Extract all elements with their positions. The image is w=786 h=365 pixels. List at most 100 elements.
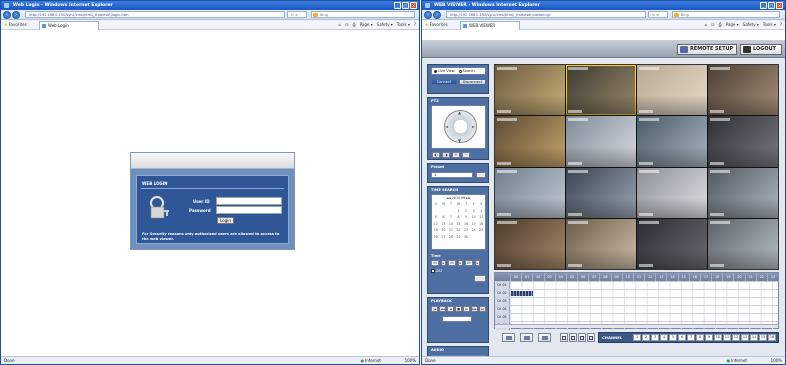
camera-tile[interactable] bbox=[708, 116, 778, 167]
camera-tile[interactable] bbox=[637, 167, 707, 218]
layout-4-icon[interactable] bbox=[569, 333, 577, 342]
recording-segment[interactable] bbox=[511, 291, 533, 297]
cmd-help[interactable]: ? bbox=[780, 20, 782, 30]
channel-number-button[interactable]: 2 bbox=[642, 334, 650, 341]
password-input[interactable] bbox=[216, 206, 282, 214]
playback-button[interactable]: ◄ bbox=[447, 306, 454, 312]
live-view-radio[interactable]: Live View bbox=[434, 68, 455, 74]
login-button[interactable]: Login bbox=[217, 217, 234, 224]
channel-number-button[interactable]: 5 bbox=[669, 334, 677, 341]
channel-number-button[interactable]: 15 bbox=[759, 334, 767, 341]
playback-button[interactable]: ◄◄ bbox=[439, 306, 446, 312]
playback-button[interactable]: ► bbox=[463, 306, 470, 312]
channel-number-button[interactable]: 11 bbox=[723, 334, 731, 341]
camera-tile[interactable] bbox=[637, 218, 707, 269]
calendar-day[interactable]: 30 bbox=[462, 234, 470, 241]
feeds-icon[interactable]: ⊡ bbox=[345, 20, 348, 30]
right-refresh-stop-icons[interactable]: ↻ × bbox=[648, 11, 668, 18]
channel-number-button[interactable]: 3 bbox=[651, 334, 659, 341]
close-button[interactable]: × bbox=[776, 2, 783, 9]
playback-button[interactable]: ■ bbox=[455, 306, 462, 312]
right-favorites-button[interactable]: Favorites bbox=[425, 20, 448, 30]
print-icon[interactable]: ⎙ bbox=[718, 20, 721, 30]
forward-icon[interactable]: › bbox=[12, 11, 20, 19]
logout-button[interactable]: LOGOUT bbox=[740, 44, 782, 55]
cmd-safety[interactable]: Safety ▾ bbox=[743, 20, 759, 30]
playback-button[interactable]: ►| bbox=[479, 306, 486, 312]
hour-spin-icon[interactable]: ▸ bbox=[441, 260, 446, 266]
camera-tile[interactable] bbox=[495, 65, 565, 116]
camera-tile[interactable] bbox=[495, 218, 565, 269]
camera-tile[interactable] bbox=[495, 116, 565, 167]
second-field[interactable]: 00 bbox=[465, 260, 473, 266]
camera-tile[interactable] bbox=[708, 167, 778, 218]
cmd-tools[interactable]: Tools ▾ bbox=[763, 20, 776, 30]
channel-number-button[interactable]: 1 bbox=[633, 334, 641, 341]
channel-number-button[interactable]: 10 bbox=[714, 334, 722, 341]
calendar-day[interactable]: 28 bbox=[447, 234, 455, 241]
zoom-out-icon[interactable]: − bbox=[462, 152, 470, 158]
left-tab-web-login[interactable]: Web Login bbox=[39, 21, 99, 30]
disconnect-button[interactable]: Disconnect bbox=[459, 79, 486, 85]
cmd-page[interactable]: Page ▾ bbox=[360, 20, 373, 30]
calendar-day[interactable]: 29 bbox=[455, 234, 463, 241]
record-icon[interactable] bbox=[520, 333, 533, 342]
user-id-input[interactable] bbox=[216, 197, 282, 205]
left-refresh-stop-icons[interactable]: ↻ × bbox=[287, 11, 307, 18]
channel-number-button[interactable]: 13 bbox=[741, 334, 749, 341]
left-zoom-level[interactable]: 100% bbox=[405, 357, 416, 364]
minute-field[interactable]: 00 bbox=[448, 260, 456, 266]
channel-number-button[interactable]: 9 bbox=[705, 334, 713, 341]
preset-go-button[interactable] bbox=[476, 172, 486, 178]
channel-number-button[interactable]: 16 bbox=[768, 334, 776, 341]
right-tab-web-viewer[interactable]: WEB VIEWER bbox=[460, 21, 520, 30]
calendar-day[interactable]: 26 bbox=[432, 234, 440, 241]
minimize-button[interactable]: _ bbox=[760, 2, 767, 9]
hour-field[interactable]: 00 bbox=[431, 260, 439, 266]
print-icon[interactable]: ⎙ bbox=[352, 20, 355, 30]
camera-tile[interactable] bbox=[566, 65, 636, 116]
playback-button[interactable]: |◄ bbox=[431, 306, 438, 312]
channel-number-button[interactable]: 8 bbox=[696, 334, 704, 341]
home-icon[interactable]: ⌂ bbox=[705, 20, 708, 30]
timeline-row[interactable]: Ch 03 bbox=[495, 297, 778, 306]
left-favorites-button[interactable]: Favorites bbox=[4, 20, 27, 30]
ptz-left-icon[interactable]: ◄ bbox=[445, 124, 448, 129]
timeline-row[interactable]: Ch 05 bbox=[495, 313, 778, 322]
maximize-button[interactable]: □ bbox=[768, 2, 775, 9]
minimize-button[interactable]: _ bbox=[394, 2, 401, 9]
cmd-help[interactable]: ? bbox=[414, 20, 416, 30]
minute-spin-icon[interactable]: ▸ bbox=[458, 260, 463, 266]
channel-number-button[interactable]: 4 bbox=[660, 334, 668, 341]
right-url-input[interactable]: http://192.168.0.150/sync/cms/html/_fram… bbox=[446, 11, 646, 18]
zoom-in-icon[interactable]: + bbox=[452, 152, 460, 158]
channel-number-button[interactable]: 12 bbox=[732, 334, 740, 341]
timeline-scrollbar[interactable] bbox=[495, 324, 778, 328]
close-button[interactable]: × bbox=[410, 2, 417, 9]
playback-button[interactable]: ►► bbox=[471, 306, 478, 312]
channel-number-button[interactable]: 6 bbox=[678, 334, 686, 341]
timeline-row[interactable]: Ch 04 bbox=[495, 305, 778, 314]
ptz-up-icon[interactable]: ▲ bbox=[458, 110, 461, 115]
search-radio[interactable]: Search bbox=[458, 68, 475, 74]
home-icon[interactable]: ⌂ bbox=[339, 20, 342, 30]
left-search-input[interactable]: Bing bbox=[311, 11, 415, 18]
layout-16-icon[interactable] bbox=[587, 333, 595, 342]
cmd-tools[interactable]: Tools ▾ bbox=[397, 20, 410, 30]
remote-setup-button[interactable]: REMOTE SETUP bbox=[677, 44, 737, 55]
timeline-row[interactable]: Ch 01 bbox=[495, 281, 778, 290]
search-go-button[interactable] bbox=[474, 275, 486, 282]
feeds-icon[interactable]: ⊡ bbox=[711, 20, 714, 30]
camera-tile[interactable] bbox=[637, 65, 707, 116]
snapshot-icon[interactable] bbox=[502, 333, 515, 342]
camera-tile[interactable] bbox=[566, 218, 636, 269]
timeline-row[interactable]: Ch 02 bbox=[495, 289, 778, 298]
camera-tile[interactable] bbox=[566, 116, 636, 167]
print-snapshot-icon[interactable] bbox=[538, 333, 551, 342]
preset-select[interactable]: 1 bbox=[431, 172, 473, 178]
cmd-safety[interactable]: Safety ▾ bbox=[377, 20, 393, 30]
focus-far-icon[interactable]: ◑ bbox=[442, 152, 450, 158]
dst-checkbox[interactable]: DST bbox=[431, 269, 443, 273]
layout-9-icon[interactable] bbox=[578, 333, 586, 342]
focus-near-icon[interactable]: ◐ bbox=[432, 152, 440, 158]
